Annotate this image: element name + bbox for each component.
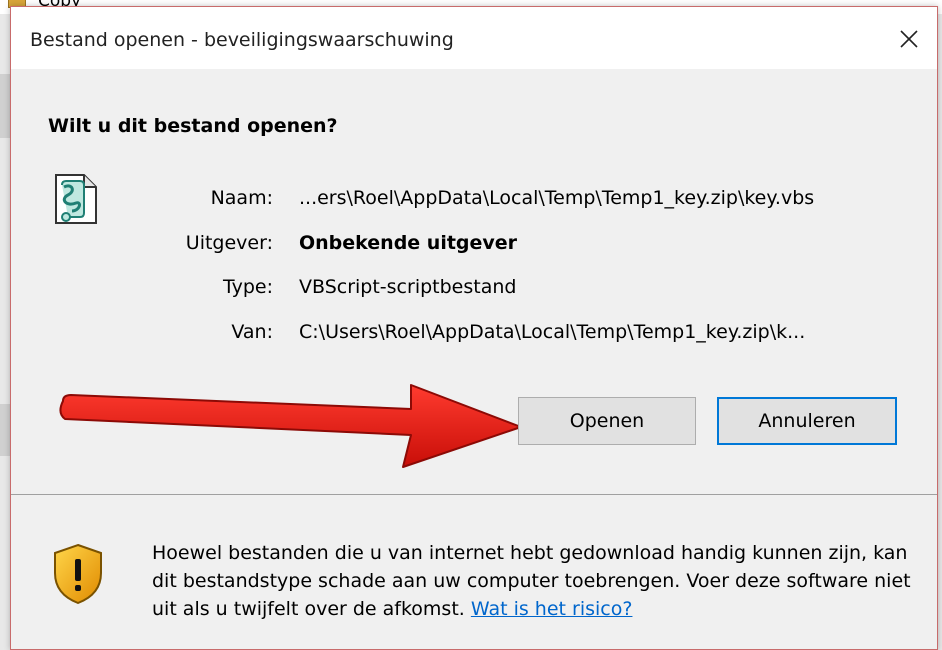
warning-message: Hoewel bestanden die u van internet hebt…	[152, 539, 922, 623]
shield-warning-icon	[54, 543, 102, 605]
background-band	[0, 74, 10, 138]
field-label: Naam:	[210, 187, 273, 209]
security-warning-dialog: Bestand openen - beveiligingswaarschuwin…	[10, 6, 938, 650]
section-divider	[11, 494, 937, 495]
close-icon	[900, 30, 918, 48]
background-band	[0, 404, 10, 456]
dialog-titlebar[interactable]: Bestand openen - beveiligingswaarschuwin…	[11, 7, 937, 69]
close-button[interactable]	[887, 19, 931, 59]
red-arrow-annotation	[59, 384, 522, 468]
background-window-right-edge	[938, 14, 942, 650]
field-value: C:\Users\Roel\AppData\Local\Temp\Temp1_k…	[299, 321, 806, 343]
dialog-question: Wilt u dit bestand openen?	[48, 115, 338, 137]
field-row-publisher: Uitgever: Onbekende uitgever	[11, 232, 937, 258]
field-value: ...ers\Roel\AppData\Local\Temp\Temp1_key…	[299, 187, 815, 209]
field-value: Onbekende uitgever	[299, 232, 518, 254]
field-row-from: Van: C:\Users\Roel\AppData\Local\Temp\Te…	[11, 321, 937, 347]
field-label: Van:	[231, 321, 273, 343]
risk-info-link[interactable]: Wat is het risico?	[471, 598, 633, 620]
background-window-left-edge	[0, 14, 10, 650]
field-row-name: Naam: ...ers\Roel\AppData\Local\Temp\Tem…	[11, 187, 937, 213]
field-row-type: Type: VBScript-scriptbestand	[11, 276, 937, 302]
field-label: Type:	[222, 276, 273, 298]
cancel-button[interactable]: Annuleren	[717, 397, 897, 445]
field-value: VBScript-scriptbestand	[299, 276, 517, 298]
dialog-title: Bestand openen - beveiligingswaarschuwin…	[30, 29, 454, 51]
field-label: Uitgever:	[185, 232, 273, 254]
open-button[interactable]: Openen	[518, 397, 696, 445]
